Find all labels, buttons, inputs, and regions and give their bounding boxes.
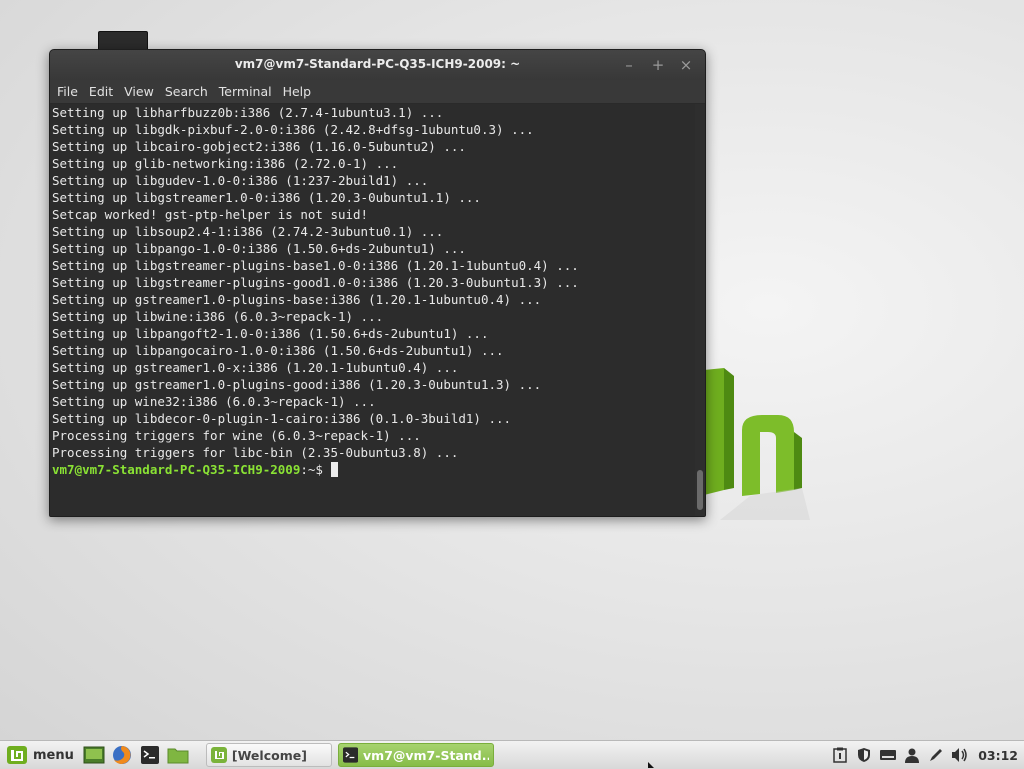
- terminal-line: Setcap worked! gst-ptp-helper is not sui…: [52, 207, 369, 222]
- terminal-line: Setting up libgstreamer1.0-0:i386 (1.20.…: [52, 190, 481, 205]
- volume-icon: [952, 748, 967, 762]
- clock[interactable]: 03:12: [978, 748, 1018, 763]
- terminal-line: Setting up gstreamer1.0-x:i386 (1.20.1-1…: [52, 360, 459, 375]
- task-label: vm7@vm7-Stand...: [363, 747, 489, 763]
- menu-help[interactable]: Help: [278, 84, 317, 99]
- volume-tray[interactable]: [949, 744, 971, 766]
- menu-label: menu: [33, 747, 74, 763]
- terminal-scrollbar[interactable]: [695, 104, 705, 516]
- window-titlebar[interactable]: vm7@vm7-Standard-PC-Q35-ICH9-2009: ~ – +…: [50, 50, 705, 80]
- keyboard-icon: [880, 750, 897, 760]
- terminal-line: Setting up libharfbuzz0b:i386 (2.7.4-1ub…: [52, 105, 444, 120]
- start-menu-button[interactable]: menu: [2, 742, 80, 768]
- menu-terminal[interactable]: Terminal: [214, 84, 277, 99]
- terminal-line: Setting up libgdk-pixbuf-2.0-0:i386 (2.4…: [52, 122, 534, 137]
- mint-menu-icon: [7, 746, 27, 764]
- task-welcome[interactable]: [Welcome]: [205, 743, 332, 767]
- terminal-line: Setting up glib-networking:i386 (2.72.0-…: [52, 156, 399, 171]
- terminal-line: Setting up libdecor-0-plugin-1-cairo:i38…: [52, 411, 512, 426]
- terminal-line: Setting up libgstreamer-plugins-base1.0-…: [52, 258, 579, 273]
- pen-icon: [930, 749, 943, 761]
- terminal-line: Setting up libgstreamer-plugins-good1.0-…: [52, 275, 579, 290]
- shield-icon: [858, 748, 871, 762]
- text-cursor: [331, 462, 339, 477]
- menu-view[interactable]: View: [119, 84, 159, 99]
- terminal-window[interactable]: vm7@vm7-Standard-PC-Q35-ICH9-2009: ~ – +…: [49, 49, 706, 517]
- firefox-launcher[interactable]: [110, 744, 134, 766]
- shield-tray[interactable]: [853, 744, 875, 766]
- firefox-icon: [112, 746, 131, 764]
- terminal-line: Setting up gstreamer1.0-plugins-base:i38…: [52, 292, 542, 307]
- files-icon: [167, 748, 189, 764]
- terminal-launcher[interactable]: [138, 744, 162, 766]
- terminal-line: Processing triggers for wine (6.0.3~repa…: [52, 428, 421, 443]
- mint-welcome-icon: [210, 747, 227, 763]
- terminal-line: Setting up gstreamer1.0-plugins-good:i38…: [52, 377, 542, 392]
- terminal-line: Setting up libgudev-1.0-0:i386 (1:237-2b…: [52, 173, 429, 188]
- scrollbar-thumb[interactable]: [697, 470, 703, 510]
- menu-file[interactable]: File: [52, 84, 83, 99]
- terminal-line: Setting up libpango-1.0-0:i386 (1.50.6+d…: [52, 241, 466, 256]
- menu-edit[interactable]: Edit: [84, 84, 118, 99]
- terminal-icon: [342, 747, 359, 763]
- menubar: File Edit View Search Terminal Help: [50, 80, 705, 104]
- terminal-line: Setting up wine32:i386 (6.0.3~repack-1) …: [52, 394, 376, 409]
- terminal-line: Setting up libcairo-gobject2:i386 (1.16.…: [52, 139, 466, 154]
- user-icon: [905, 748, 920, 763]
- menu-search[interactable]: Search: [160, 84, 213, 99]
- terminal-line: Setting up libsoup2.4-1:i386 (2.74.2-3ub…: [52, 224, 444, 239]
- window-title: vm7@vm7-Standard-PC-Q35-ICH9-2009: ~: [234, 57, 521, 71]
- prompt-suffix: :~$: [300, 462, 331, 477]
- linux-mint-logo: [704, 368, 810, 520]
- taskbar: menu [Welcome] vm7@vm7-Stand... 03:12: [0, 740, 1024, 769]
- terminal-line: Setting up libpangocairo-1.0-0:i386 (1.5…: [52, 343, 504, 358]
- system-tray: 03:12: [828, 741, 1024, 769]
- terminal-icon: [140, 746, 159, 764]
- maximize-button[interactable]: +: [648, 55, 668, 75]
- mouse-pointer-icon: [648, 762, 654, 768]
- minimize-button[interactable]: –: [619, 55, 639, 75]
- user-tray[interactable]: [901, 744, 923, 766]
- clipboard-icon: [833, 747, 847, 763]
- terminal-prompt-line[interactable]: vm7@vm7-Standard-PC-Q35-ICH9-2009:~$: [52, 461, 696, 478]
- clipboard-tray[interactable]: [829, 744, 851, 766]
- terminal-line: Setting up libpangoft2-1.0-0:i386 (1.50.…: [52, 326, 489, 341]
- terminal-line: Processing triggers for libc-bin (2.35-0…: [52, 445, 459, 460]
- show-desktop-icon: [83, 746, 105, 764]
- prompt-user: vm7@vm7-Standard-PC-Q35-ICH9-2009: [52, 462, 301, 477]
- task-label: [Welcome]: [231, 747, 307, 763]
- files-launcher[interactable]: [166, 744, 190, 766]
- task-terminal[interactable]: vm7@vm7-Stand...: [337, 743, 494, 767]
- terminal-output[interactable]: Setting up libharfbuzz0b:i386 (2.7.4-1ub…: [50, 104, 696, 516]
- show-desktop-launcher[interactable]: [82, 744, 106, 766]
- keyboard-tray[interactable]: [877, 744, 899, 766]
- terminal-line: Setting up libwine:i386 (6.0.3~repack-1)…: [52, 309, 384, 324]
- pen-tray[interactable]: [925, 744, 947, 766]
- close-button[interactable]: ×: [676, 55, 696, 75]
